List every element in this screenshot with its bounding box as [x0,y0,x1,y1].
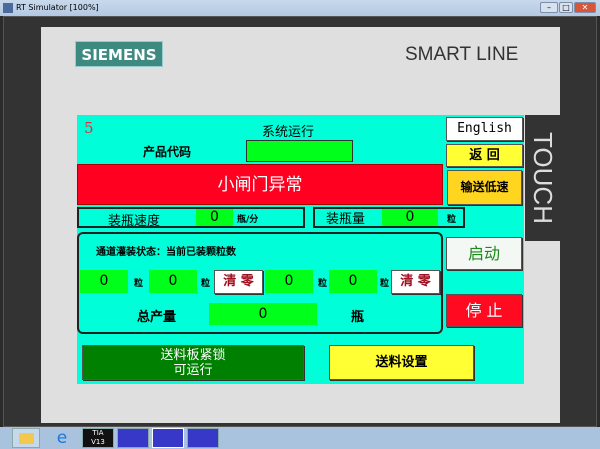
bottle-qty-unit: 粒 [447,215,457,225]
explorer-taskbar-icon[interactable] [12,428,40,448]
start-button[interactable]: 启动 [446,237,522,270]
model-label: SMART LINE [405,44,519,65]
title-bar: RT Simulator [100%] – □ ✕ [0,0,600,16]
total-label: 总产量 [137,310,177,325]
feed-lock-indicator[interactable]: 送料板紧锁 可运行 [82,345,304,380]
maximize-button[interactable]: □ [559,2,573,13]
clear-button-1[interactable]: 清 零 [214,270,263,294]
wincc-s-taskbar-icon[interactable] [187,428,219,448]
alarm-banner: 小闸门异常 [77,164,443,205]
wincc-es-taskbar-icon[interactable] [117,428,149,448]
window-title: RT Simulator [100%] [16,3,99,12]
speed-unit: 瓶/分 [237,215,259,225]
channel-3-count: 0 [265,270,313,293]
channel-2-unit: 粒 [201,279,211,289]
siemens-logo: SIEMENS [75,41,163,67]
internet-explorer-taskbar-icon[interactable]: e [48,428,76,448]
back-button[interactable]: 返 回 [446,144,523,167]
feed-lock-line2: 可运行 [173,363,213,378]
feed-settings-button[interactable]: 送料设置 [329,345,474,380]
system-status: 系统运行 [262,125,315,140]
channel-2-count: 0 [149,270,197,293]
touch-label: TOUCH [525,115,560,241]
bottle-qty-label: 装瓶量 [326,212,366,227]
close-button[interactable]: ✕ [574,2,596,13]
total-value: 0 [209,303,317,325]
screen-number: 5 [84,119,94,137]
channel-4-count: 0 [329,270,377,293]
speed-label: 装瓶速度 [108,214,161,229]
channel-4-unit: 粒 [380,279,390,289]
bottle-qty-value: 0 [382,209,438,226]
channel-3-unit: 粒 [318,279,328,289]
tia-portal-taskbar-icon[interactable]: TIA V13 [82,428,114,448]
speed-value: 0 [196,209,233,226]
channel-1-unit: 粒 [134,279,144,289]
stop-button[interactable]: 停 止 [446,294,522,327]
english-button[interactable]: English [446,117,523,141]
channel-1-count: 0 [80,270,128,293]
conveyor-low-speed-button[interactable]: 输送低速 [447,170,522,205]
minimize-button[interactable]: – [540,2,558,13]
feed-lock-line1: 送料板紧锁 [160,348,226,363]
product-code-field[interactable] [246,140,353,162]
clear-button-2[interactable]: 清 零 [391,270,440,294]
taskbar: e TIA V13 [0,427,600,449]
wincc-rt-taskbar-icon[interactable] [152,428,184,448]
total-unit: 瓶 [351,310,365,325]
product-code-label: 产品代码 [143,145,192,159]
app-icon [3,3,13,13]
channel-heading: 通道灌装状态：当前已装颗粒数 [96,247,236,258]
